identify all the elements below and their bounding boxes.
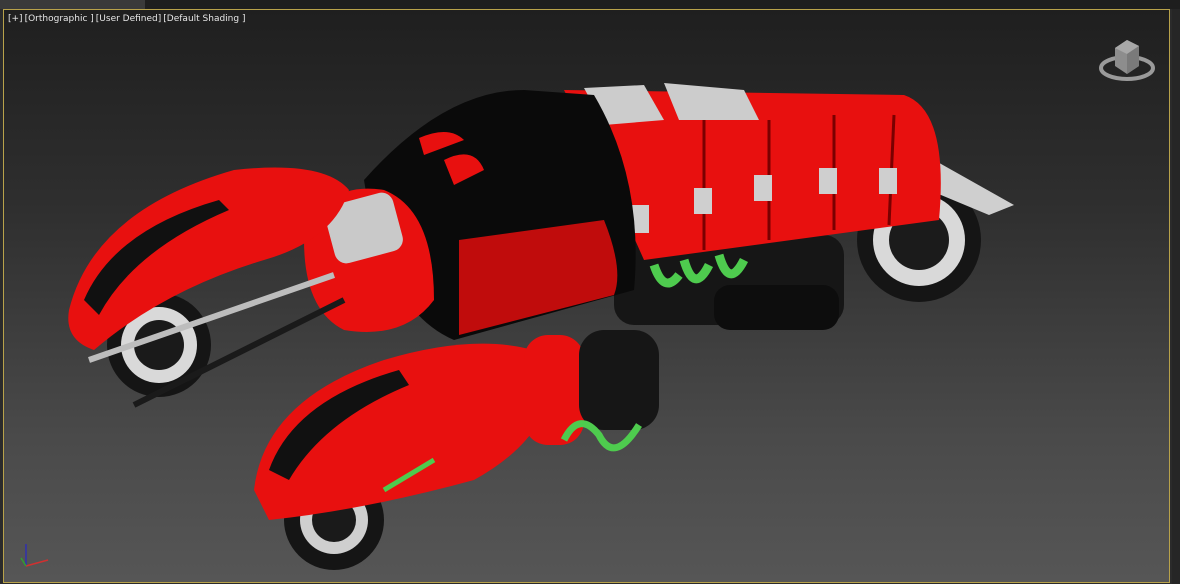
- vehicle-model[interactable]: [4, 10, 1169, 582]
- viewport-standard-menu[interactable]: [User Defined]: [96, 14, 162, 24]
- perspective-viewport[interactable]: [+] [Orthographic ] [User Defined] [Default…: [3, 9, 1170, 583]
- front-arm-lower: [254, 330, 659, 570]
- viewport-plus-menu[interactable]: [+]: [8, 14, 23, 24]
- top-strip: [0, 0, 1180, 9]
- viewport-tab[interactable]: [0, 0, 145, 9]
- axis-gizmo-icon: [20, 544, 49, 567]
- view-cube-icon[interactable]: [1097, 30, 1157, 86]
- viewport-shading-menu[interactable]: [Default Shading ]: [163, 14, 245, 24]
- viewport-label-menu: [+] [Orthographic ] [User Defined] [Default…: [8, 14, 247, 24]
- right-panel-edge: [1172, 9, 1180, 584]
- viewport-pov-menu[interactable]: [Orthographic ]: [25, 14, 94, 24]
- front-arm-upper: [68, 167, 350, 408]
- cabin-side: [459, 220, 618, 335]
